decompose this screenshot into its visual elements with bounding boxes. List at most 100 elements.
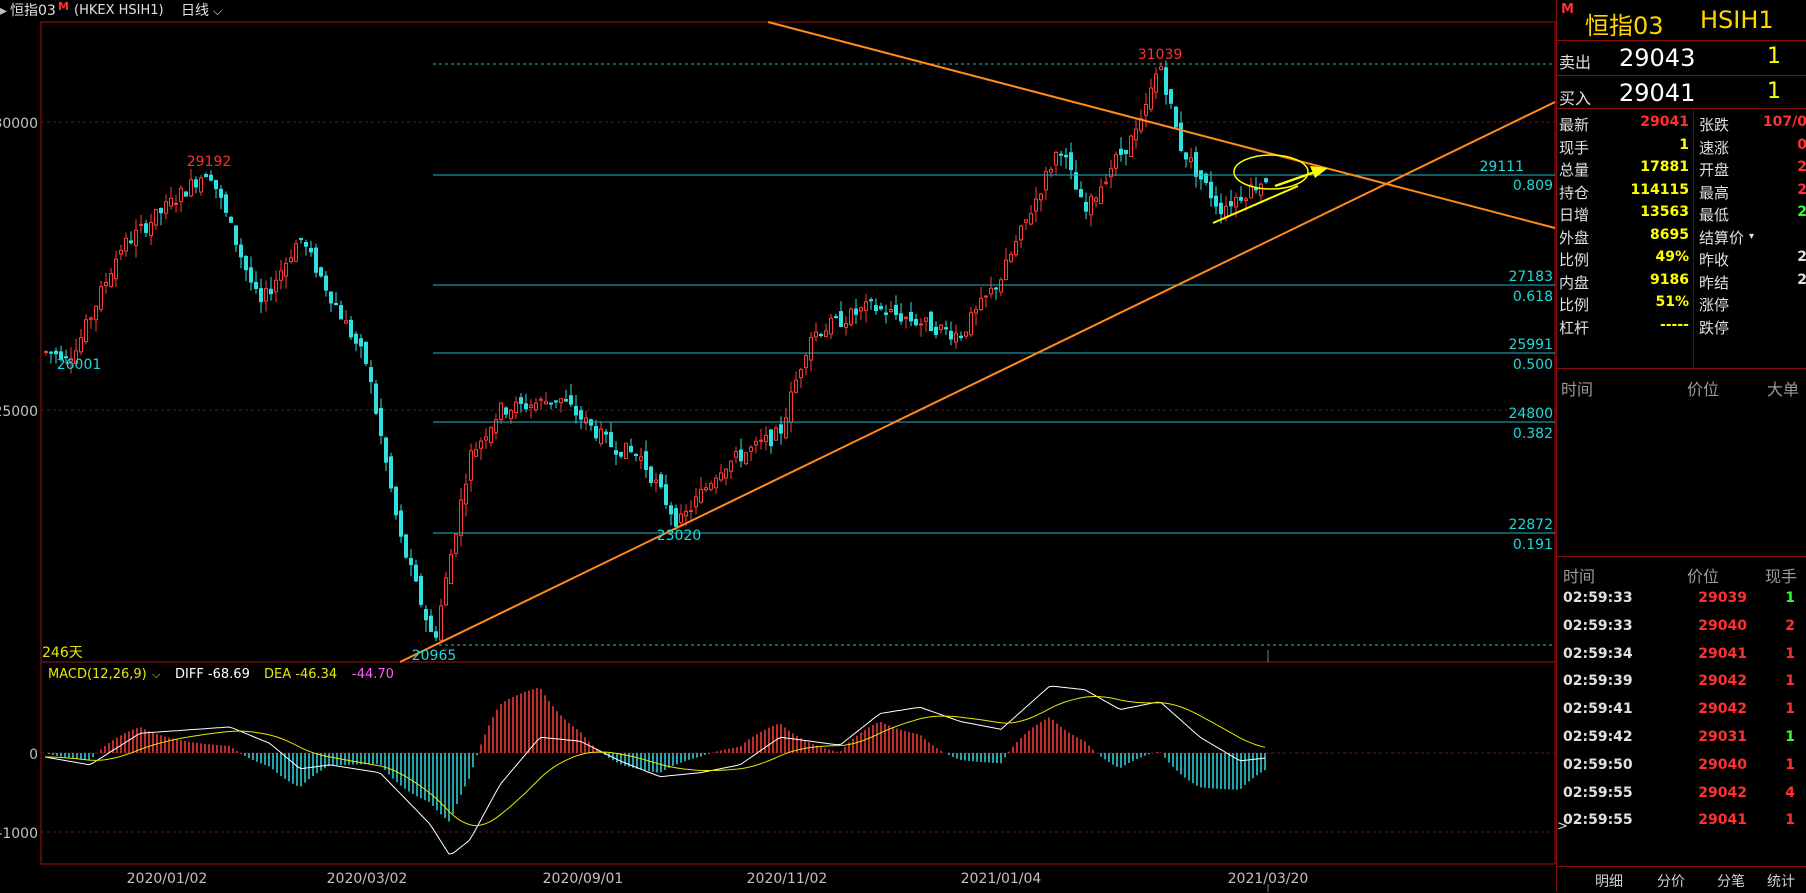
candle-body: [819, 333, 823, 336]
candle-body: [794, 379, 798, 393]
candle-body: [624, 442, 628, 460]
fib-price-0191: 22872: [1508, 517, 1553, 533]
candle-body: [719, 472, 723, 481]
candle-body: [1059, 153, 1063, 156]
candle-body: [484, 436, 488, 441]
candle-body: [474, 449, 478, 457]
tick-time: 02:59:50: [1563, 756, 1633, 773]
tick-row[interactable]: 02:59:33 29040 2: [1557, 618, 1806, 646]
days-label: 246天: [42, 645, 83, 661]
candle-body: [379, 407, 383, 436]
candle-body: [639, 456, 643, 461]
candle-body: [94, 305, 98, 321]
candle-body: [514, 401, 518, 414]
candle-body: [334, 302, 338, 305]
candle-body: [234, 225, 238, 245]
candle-body: [974, 308, 978, 314]
candle-body: [144, 223, 148, 233]
candle-body: [109, 273, 113, 288]
candle-body: [194, 179, 198, 188]
left-field-label: 杠杆: [1559, 318, 1590, 337]
fib-ratio-0191: 0.191: [1513, 537, 1553, 553]
candle-body: [699, 488, 703, 503]
chevron-down-icon[interactable]: ⌵: [213, 0, 222, 22]
candle-body: [1094, 197, 1098, 202]
right-field-value: 0: [1797, 136, 1806, 153]
candle-body: [809, 336, 813, 361]
tick-time: 02:59:42: [1563, 729, 1633, 745]
tick-row[interactable]: 02:59:34 29041 1: [1557, 646, 1806, 674]
y-tick-30000: 30000: [0, 116, 38, 132]
left-field-label: 外盘: [1559, 228, 1590, 247]
buy-price: 29041: [1619, 79, 1696, 107]
candle-body: [339, 305, 343, 320]
candle-body: [254, 282, 258, 290]
tick-row[interactable]: 02:59:39 29042 1: [1557, 673, 1806, 701]
collapse-arrow-icon[interactable]: ▸: [0, 0, 7, 22]
tick-price: 29031: [1698, 729, 1747, 745]
candle-body: [104, 281, 108, 287]
tick-row[interactable]: 02:59:55 29041 1: [1557, 812, 1806, 840]
candle-body: [594, 425, 598, 439]
candle-body: [604, 431, 608, 435]
right-field-label: 昨收: [1699, 251, 1730, 269]
candle-body: [709, 483, 713, 490]
tick-row[interactable]: 02:59:41 29042 1: [1557, 701, 1806, 729]
tick-row[interactable]: 02:59:42 29031 1: [1557, 729, 1806, 757]
candle-body: [309, 247, 313, 253]
macd-macd-value: -44.70: [352, 667, 394, 682]
tick-row[interactable]: 02:59:55 29042 4: [1557, 785, 1806, 813]
candle-body: [1259, 183, 1263, 196]
settlement-dropdown-icon[interactable]: ▾: [1749, 231, 1754, 242]
tick-row[interactable]: 02:59:33 29039 1: [1557, 590, 1806, 618]
tab-stats[interactable]: 统计: [1767, 871, 1795, 891]
tick-vol: 1: [1785, 756, 1795, 773]
left-field-value: 49%: [1655, 249, 1689, 265]
candle-body: [404, 534, 408, 558]
candle-body: [534, 402, 538, 411]
kline-chart[interactable]: 30000 25000 -1000 0 29111 0.809 27183 0.…: [0, 0, 1556, 892]
symbol-name: 恒指03: [10, 3, 56, 19]
bigorder-header-big: 大单: [1767, 380, 1800, 399]
candle-body: [969, 312, 973, 336]
candle-body: [359, 338, 363, 347]
period-selector[interactable]: 日线: [181, 0, 209, 22]
candle-body: [529, 404, 533, 408]
candle-body: [509, 409, 513, 420]
tab-price-dist[interactable]: 分价: [1657, 871, 1685, 891]
left-field-value: 114115: [1630, 181, 1689, 198]
tick-price: 29042: [1698, 673, 1747, 690]
candle-body: [704, 487, 708, 491]
candle-body: [459, 499, 463, 536]
right-field-value: 2: [1797, 271, 1806, 288]
candle-body: [319, 267, 323, 277]
fib-price-0382: 24800: [1508, 406, 1553, 422]
macd-title[interactable]: MACD(12,26,9): [48, 667, 147, 682]
right-field-value: 2: [1797, 181, 1806, 198]
fib-ratio-0382: 0.382: [1513, 426, 1553, 442]
fib-ratio-0500: 0.500: [1513, 357, 1553, 373]
candle-body: [229, 216, 233, 223]
candle-body: [294, 243, 298, 262]
tab-trades[interactable]: 分笔: [1717, 871, 1745, 891]
candle-body: [169, 197, 173, 207]
candle-body: [1169, 89, 1173, 104]
right-field-label: 速涨: [1699, 138, 1730, 157]
candle-body: [904, 316, 908, 320]
right-field-label: 结算价: [1699, 228, 1745, 247]
candle-body: [1189, 157, 1193, 163]
candle-body: [1239, 196, 1243, 201]
left-field-value: 29041: [1640, 114, 1689, 130]
tick-vol: 2: [1785, 617, 1795, 634]
candle-body: [989, 287, 993, 295]
candle-body: [444, 577, 448, 606]
candle-body: [79, 337, 83, 353]
macd-dropdown-icon[interactable]: ⌵: [152, 668, 161, 681]
candle-body: [1099, 186, 1103, 205]
candle-body: [964, 331, 968, 337]
candle-body: [219, 188, 223, 198]
tick-row[interactable]: 02:59:50 29040 1: [1557, 757, 1806, 785]
tab-detail[interactable]: 明细: [1595, 871, 1623, 891]
candle-body: [1214, 195, 1218, 207]
candle-body: [749, 446, 753, 452]
